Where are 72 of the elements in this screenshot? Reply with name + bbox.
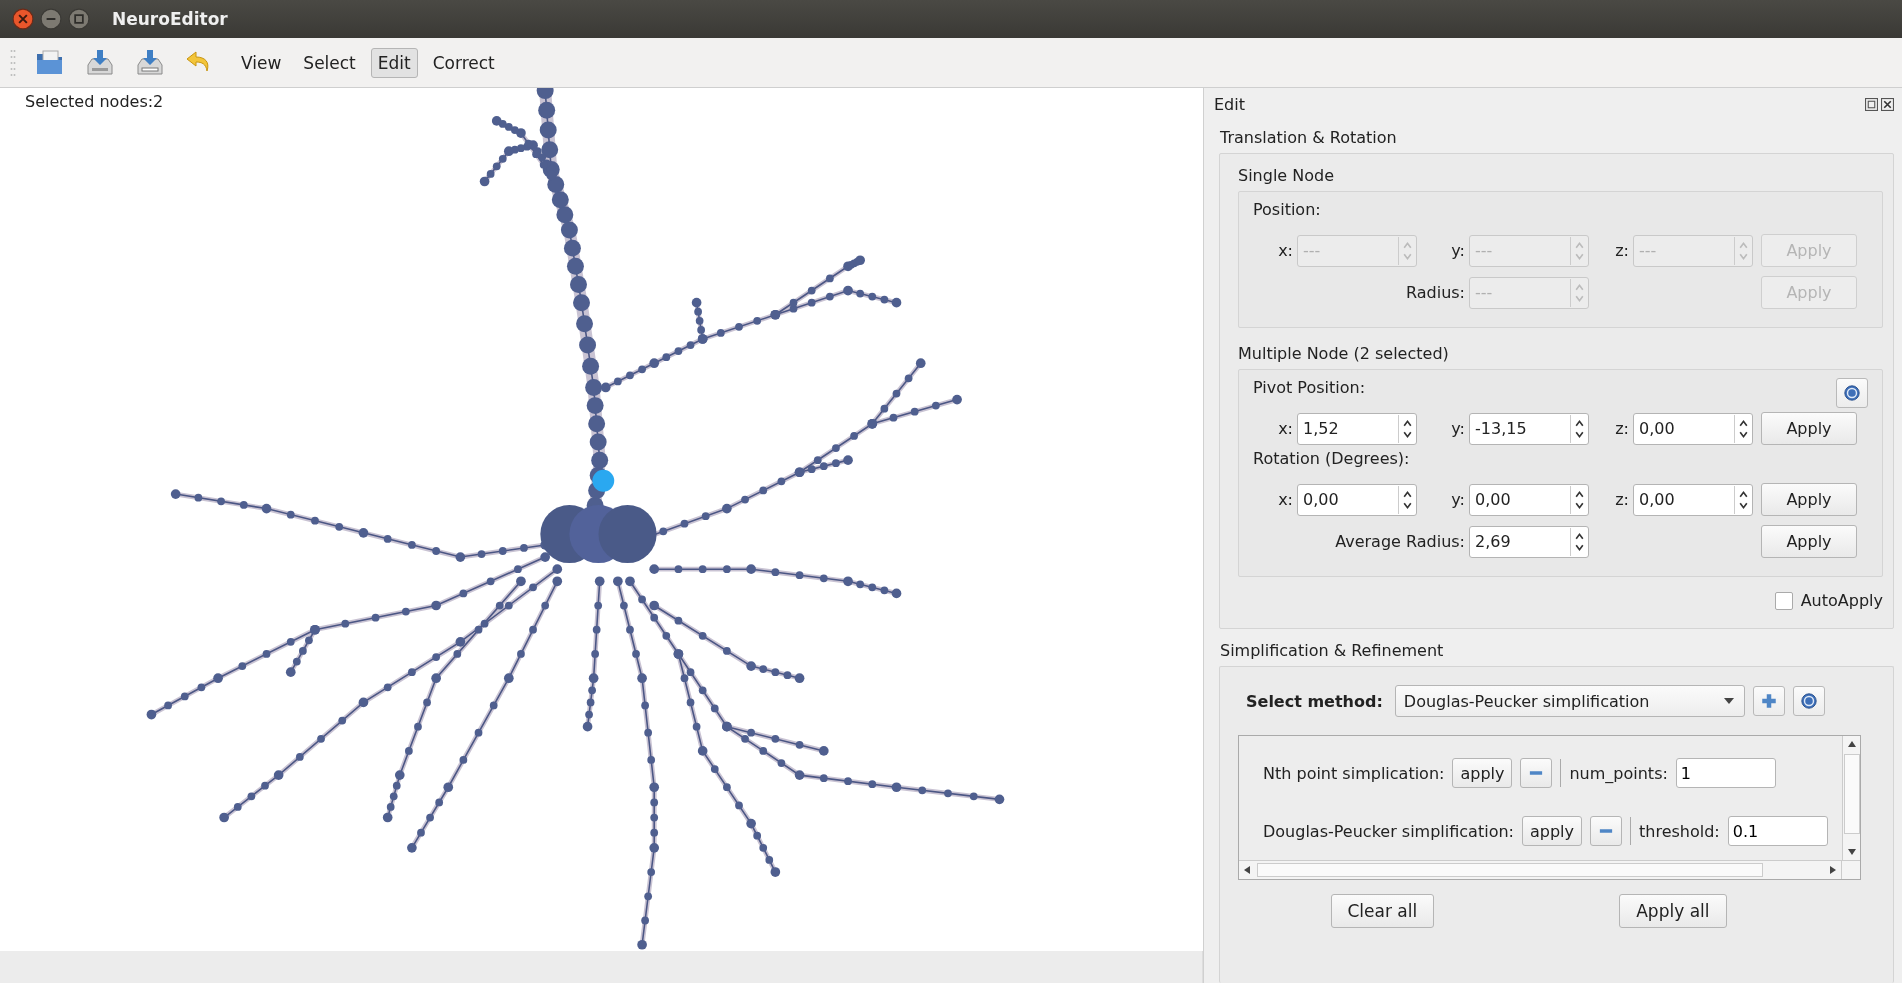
spin-box[interactable]: 1,52	[1297, 412, 1417, 445]
apply-button[interactable]: apply	[1521, 816, 1582, 846]
group-title: Multiple Node (2 selected)	[1238, 344, 1449, 363]
param-label: num_points:	[1569, 763, 1668, 783]
maximize-button[interactable]	[68, 8, 90, 30]
group-title: Single Node	[1238, 166, 1335, 185]
scroll-left-arrow-icon[interactable]	[1243, 865, 1251, 875]
field-label: y:	[1450, 490, 1465, 509]
plus-icon	[1759, 692, 1778, 710]
apply-button[interactable]: Apply	[1761, 412, 1857, 445]
scroll-up-arrow-icon[interactable]	[1846, 740, 1857, 748]
minimize-button[interactable]	[40, 8, 62, 30]
field-label: Radius:	[1404, 283, 1465, 302]
field-label: x:	[1277, 241, 1293, 260]
action-button[interactable]: Apply all	[1619, 894, 1727, 928]
field-label: x:	[1277, 419, 1293, 438]
method-dropdown[interactable]: Douglas-Peucker simplification	[1394, 685, 1745, 717]
field-heading: Rotation (Degrees):	[1253, 449, 1410, 468]
minus-icon	[1599, 828, 1613, 834]
spin-box[interactable]: 2,69	[1469, 525, 1589, 558]
param-field[interactable]: 1	[1675, 758, 1776, 788]
field-label: x:	[1277, 490, 1293, 509]
apply-button[interactable]: Apply	[1761, 483, 1857, 516]
method-label: Select method:	[1246, 691, 1383, 711]
action-button[interactable]: Clear all	[1330, 894, 1435, 928]
add-button[interactable]	[1752, 686, 1785, 716]
horizontal-scrollbar[interactable]	[1239, 860, 1860, 879]
remove-button[interactable]	[1520, 758, 1553, 788]
field-label: Average Radius:	[1334, 532, 1465, 551]
spin-box[interactable]: -13,15	[1469, 412, 1589, 445]
auto-apply-checkbox[interactable]: AutoApply	[1774, 591, 1883, 610]
section-title: Translation & Rotation	[1220, 128, 1397, 147]
mode-tab[interactable]: Select	[296, 47, 363, 78]
help-icon	[1799, 692, 1818, 710]
caret-icon	[1723, 698, 1734, 704]
param-field[interactable]: 0.1	[1727, 816, 1828, 846]
vertical-scrollbar[interactable]	[1842, 736, 1860, 860]
window-title: NeuroEditor	[112, 9, 228, 29]
mode-tab[interactable]: View	[234, 47, 289, 78]
help-button[interactable]	[1836, 378, 1868, 408]
spin-box[interactable]: 0,00	[1469, 483, 1589, 516]
toolbar-grip-icon[interactable]	[10, 47, 16, 78]
step-label: Nth point simplication:	[1263, 763, 1445, 783]
mode-tab[interactable]: Edit	[370, 47, 418, 78]
field-label: z:	[1614, 419, 1629, 438]
apply-button[interactable]: apply	[1452, 758, 1513, 788]
3d-viewport[interactable]: Selected nodes:2	[0, 88, 1203, 983]
section-title: Simplification & Refinement	[1220, 641, 1444, 660]
spin-box[interactable]: 0,00	[1297, 483, 1417, 516]
field-label: y:	[1450, 241, 1465, 260]
spin-box[interactable]: 0,00	[1633, 412, 1753, 445]
selected-nodes-label: Selected nodes:2	[25, 92, 164, 111]
help-button[interactable]	[1792, 686, 1825, 716]
spin-box[interactable]: 0,00	[1633, 483, 1753, 516]
field-heading: Pivot Position:	[1253, 378, 1366, 397]
close-icon[interactable]	[1881, 97, 1894, 111]
close-button[interactable]	[12, 8, 34, 30]
apply-button[interactable]: Apply	[1761, 525, 1857, 558]
mode-tab[interactable]: Correct	[425, 47, 502, 78]
panel-title: Edit	[1214, 94, 1245, 114]
help-icon	[1843, 384, 1861, 402]
field-label: z:	[1614, 490, 1629, 509]
minus-icon	[1529, 770, 1544, 776]
field-heading: Position:	[1253, 200, 1321, 219]
param-label: threshold:	[1639, 821, 1720, 841]
float-icon[interactable]	[1865, 97, 1878, 111]
scroll-right-arrow-icon[interactable]	[1829, 865, 1837, 875]
field-label: y:	[1450, 419, 1465, 438]
scroll-down-arrow-icon[interactable]	[1846, 848, 1857, 856]
remove-button[interactable]	[1590, 816, 1622, 846]
field-label: z:	[1614, 241, 1629, 260]
step-label: Douglas-Peucker simplification:	[1263, 821, 1514, 841]
